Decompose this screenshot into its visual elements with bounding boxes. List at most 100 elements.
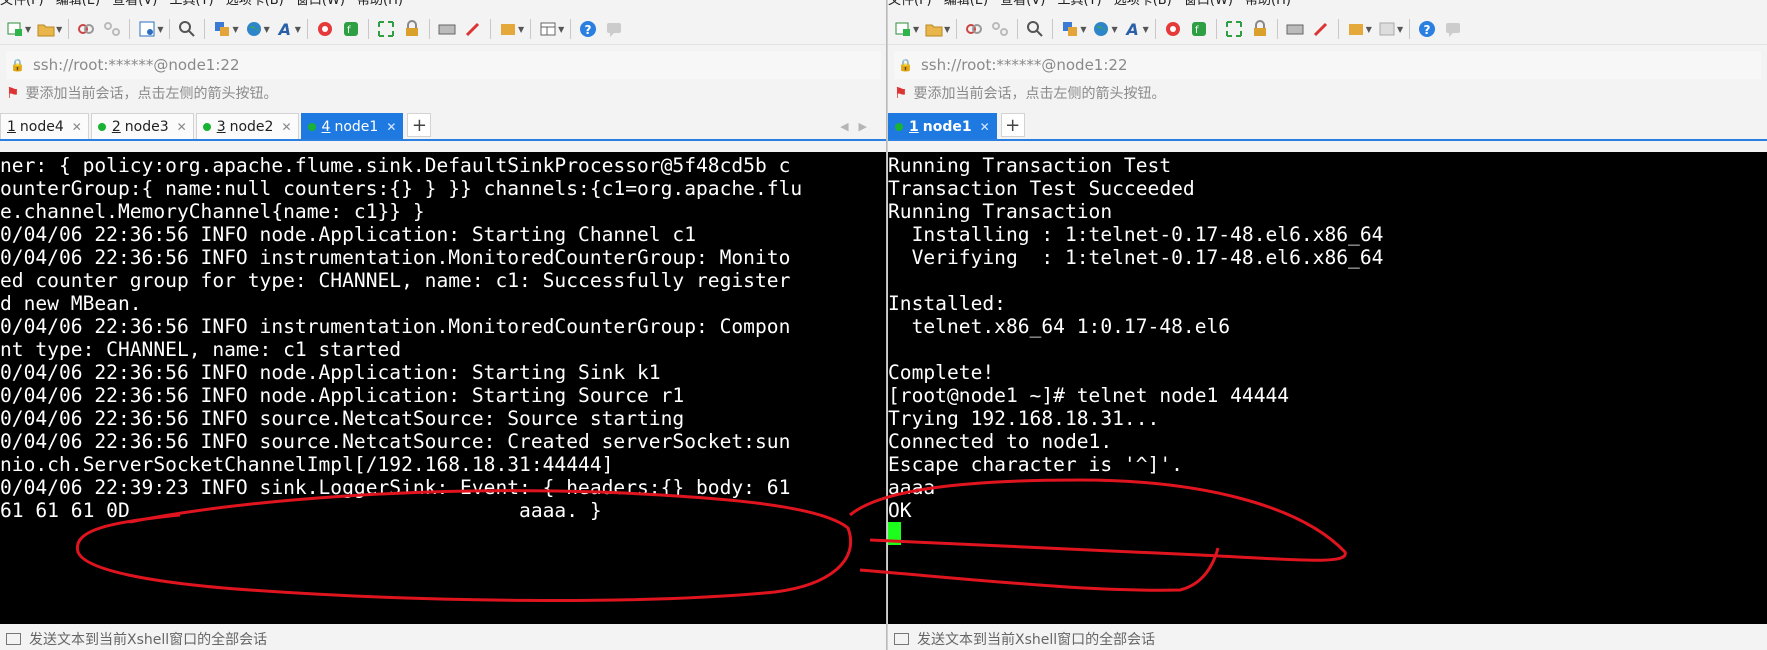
close-icon[interactable]: ✕ xyxy=(281,120,291,134)
xftp-icon[interactable]: f xyxy=(1188,18,1210,40)
menu-tools[interactable]: 工具(T) xyxy=(169,0,213,8)
close-icon[interactable]: ✕ xyxy=(980,120,990,134)
pen-icon[interactable] xyxy=(1310,18,1332,40)
xshell-icon[interactable] xyxy=(314,18,336,40)
xftp-icon[interactable]: f xyxy=(340,18,362,40)
dropdown-arrow-icon[interactable]: ▼ xyxy=(518,25,524,34)
globe-icon[interactable] xyxy=(243,18,265,40)
help-icon[interactable]: ? xyxy=(1416,18,1438,40)
tab-node3[interactable]: 2 node3 ✕ xyxy=(90,113,194,139)
status-text: 发送文本到当前Xshell窗口的全部会话 xyxy=(917,632,1156,648)
dropdown-arrow-icon[interactable]: ▼ xyxy=(1397,25,1403,34)
font-icon[interactable]: A xyxy=(274,18,296,40)
dropdown-arrow-icon[interactable]: ▼ xyxy=(1366,25,1372,34)
search-icon[interactable] xyxy=(1024,18,1046,40)
close-icon[interactable]: ✕ xyxy=(177,120,187,134)
xshell-icon[interactable] xyxy=(1162,18,1184,40)
properties-icon[interactable] xyxy=(136,18,158,40)
close-icon[interactable]: ✕ xyxy=(72,120,82,134)
open-folder-icon[interactable] xyxy=(35,18,57,40)
menu-file[interactable]: 文件(F) xyxy=(0,0,44,8)
compose-icon[interactable] xyxy=(1345,18,1367,40)
address-bar[interactable]: 🔒 ssh://root:******@node1:22 xyxy=(6,51,881,79)
menu-edit[interactable]: 编辑(E) xyxy=(944,0,988,8)
tab-node1[interactable]: 4 node1 ✕ xyxy=(300,113,404,139)
dropdown-arrow-icon[interactable]: ▼ xyxy=(944,25,950,34)
dropdown-arrow-icon[interactable]: ▼ xyxy=(1111,25,1117,34)
open-folder-icon[interactable] xyxy=(923,18,945,40)
dropdown-arrow-icon[interactable]: ▼ xyxy=(295,25,301,34)
menu-view[interactable]: 查看(V) xyxy=(112,0,157,8)
layout-icon[interactable] xyxy=(537,18,559,40)
unlink-icon[interactable] xyxy=(989,18,1011,40)
add-tab-button[interactable]: + xyxy=(1000,113,1025,137)
menu-tools[interactable]: 工具(T) xyxy=(1057,0,1101,8)
keyboard-icon[interactable] xyxy=(436,18,458,40)
dropdown-arrow-icon[interactable]: ▼ xyxy=(264,25,270,34)
dropdown-arrow-icon[interactable]: ▼ xyxy=(232,25,238,34)
menu-help[interactable]: 帮助(H) xyxy=(357,0,403,8)
tab-number: 1 xyxy=(7,118,16,135)
compose-icon[interactable] xyxy=(497,18,519,40)
dropdown-arrow-icon[interactable]: ▼ xyxy=(1143,25,1149,34)
compose-bar-icon[interactable] xyxy=(6,633,21,645)
status-text: 发送文本到当前Xshell窗口的全部会话 xyxy=(29,632,268,648)
link-icon[interactable] xyxy=(963,18,985,40)
dropdown-arrow-icon[interactable]: ▼ xyxy=(56,25,62,34)
chat-icon[interactable] xyxy=(603,18,625,40)
terminal-line: Transaction Test Succeeded xyxy=(888,177,1195,200)
terminal-line: 0/04/06 22:39:23 INFO sink.LoggerSink: E… xyxy=(0,476,791,499)
toolbar-separator xyxy=(169,19,171,39)
chat-icon[interactable] xyxy=(1442,18,1464,40)
tab-node2[interactable]: 3 node2 ✕ xyxy=(195,113,299,139)
tab-scroll-arrows-icon[interactable]: ◀▶ xyxy=(840,120,877,133)
menu-bar: 文件(F) 编辑(E) 查看(V) 工具(T) 选项卡(B) 窗口(W) 帮助(… xyxy=(888,0,1767,14)
bookmark-icon[interactable]: ⚑ xyxy=(894,84,907,102)
keyboard-icon[interactable] xyxy=(1284,18,1306,40)
add-tab-button[interactable]: + xyxy=(407,113,432,137)
terminal-line: ed counter group for type: CHANNEL, name… xyxy=(0,269,791,292)
menu-tabs[interactable]: 选项卡(B) xyxy=(1114,0,1172,8)
transfer-icon[interactable] xyxy=(1059,18,1081,40)
fullscreen-icon[interactable] xyxy=(1223,18,1245,40)
menu-edit[interactable]: 编辑(E) xyxy=(56,0,100,8)
tab-node4[interactable]: 1 node4 ✕ xyxy=(0,113,89,139)
dropdown-arrow-icon[interactable]: ▼ xyxy=(157,25,163,34)
new-session-icon[interactable] xyxy=(892,18,914,40)
unlink-icon[interactable] xyxy=(101,18,123,40)
menu-window[interactable]: 窗口(W) xyxy=(296,0,345,8)
address-bar[interactable]: 🔒 ssh://root:******@node1:22 xyxy=(894,51,1761,79)
help-icon[interactable]: ? xyxy=(577,18,599,40)
toolbar: ▼ ▼ ▼ ▼ ▼ A ▼ f ▼ ▼ ? xyxy=(0,14,887,45)
toolbar-separator xyxy=(1337,19,1339,39)
terminal-output[interactable]: Running Transaction Test Transaction Test… xyxy=(888,152,1767,624)
compose-bar-icon[interactable] xyxy=(894,633,909,645)
menu-view[interactable]: 查看(V) xyxy=(1000,0,1045,8)
pen-icon[interactable] xyxy=(462,18,484,40)
dropdown-arrow-icon[interactable]: ▼ xyxy=(558,25,564,34)
tab-node1[interactable]: 1 node1 ✕ xyxy=(888,113,997,139)
font-icon[interactable]: A xyxy=(1122,18,1144,40)
transfer-icon[interactable] xyxy=(211,18,233,40)
dropdown-arrow-icon[interactable]: ▼ xyxy=(913,25,919,34)
link-icon[interactable] xyxy=(75,18,97,40)
globe-icon[interactable] xyxy=(1090,18,1112,40)
fullscreen-icon[interactable] xyxy=(375,18,397,40)
toolbar-separator xyxy=(1052,19,1054,39)
lock-icon[interactable] xyxy=(1249,18,1271,40)
dropdown-arrow-icon[interactable]: ▼ xyxy=(1080,25,1086,34)
lock-icon[interactable] xyxy=(401,18,423,40)
search-icon[interactable] xyxy=(176,18,198,40)
dropdown-arrow-icon[interactable]: ▼ xyxy=(25,25,31,34)
connected-dot-icon xyxy=(307,122,316,131)
menu-tabs[interactable]: 选项卡(B) xyxy=(226,0,284,8)
menu-file[interactable]: 文件(F) xyxy=(888,0,932,8)
terminal-output[interactable]: ner: { policy:org.apache.flume.sink.Defa… xyxy=(0,152,887,624)
menu-help[interactable]: 帮助(H) xyxy=(1245,0,1291,8)
menu-window[interactable]: 窗口(W) xyxy=(1184,0,1233,8)
new-session-icon[interactable] xyxy=(4,18,26,40)
bookmark-icon[interactable]: ⚑ xyxy=(6,84,19,102)
close-icon[interactable]: ✕ xyxy=(386,120,396,134)
layout-icon[interactable] xyxy=(1376,18,1398,40)
